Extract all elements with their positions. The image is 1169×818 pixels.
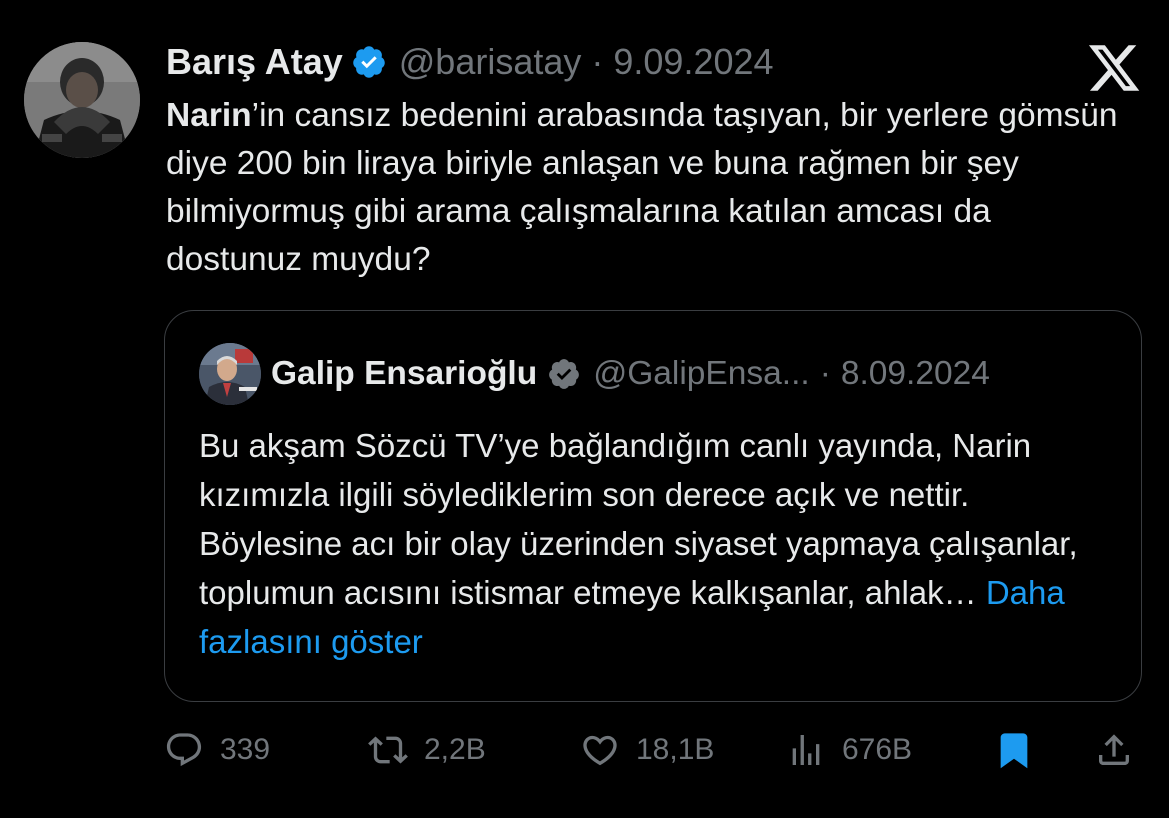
tweet-text-highlight: Narin [166, 97, 252, 134]
quoted-tweet[interactable]: Galip Ensarioğlu @GalipEnsa... · 8.09.20… [164, 310, 1142, 702]
tweet-text: Narin’in cansız bedenini arabasında taşı… [166, 92, 1126, 284]
reply-icon [166, 733, 202, 767]
quote-text: Bu akşam Sözcü TV’ye bağlandığım canlı y… [199, 421, 1119, 666]
quote-header-separator: · [819, 355, 831, 392]
share-icon [1099, 734, 1129, 765]
quote-author-avatar[interactable] [199, 343, 261, 405]
x-logo-icon [1088, 45, 1140, 91]
repost-button[interactable]: 2,2B [368, 722, 486, 778]
bookmark-icon [1000, 733, 1028, 769]
author-avatar-image [24, 42, 140, 158]
quote-author-name[interactable]: Galip Ensarioğlu [271, 352, 537, 396]
tweet-header: Barış Atay @barisatay · 9.09.2024 [166, 40, 774, 84]
views-icon [792, 735, 820, 765]
quote-author-handle[interactable]: @GalipEnsa... [593, 352, 810, 396]
views-count: 676B [842, 733, 913, 766]
repost-icon [368, 736, 408, 764]
quote-header: Galip Ensarioğlu @GalipEnsa... · 8.09.20… [271, 352, 990, 396]
like-count: 18,1B [636, 733, 715, 766]
tweet-text-body: ’in cansız bedenini arabasında taşıyan, … [166, 97, 1118, 278]
reply-button[interactable]: 339 [164, 722, 270, 778]
share-button[interactable] [1094, 722, 1134, 778]
repost-count: 2,2B [424, 733, 486, 766]
author-handle[interactable]: @barisatay [399, 40, 582, 84]
heart-icon [583, 735, 617, 766]
verified-badge-icon [352, 46, 385, 78]
tweet-screenshot: Barış Atay @barisatay · 9.09.2024 Narin’… [0, 0, 1169, 818]
like-button[interactable]: 18,1B [580, 722, 714, 778]
author-avatar[interactable] [24, 42, 140, 158]
bookmark-button[interactable] [994, 722, 1034, 778]
quote-avatar-image [199, 343, 261, 405]
header-separator: · [591, 41, 604, 82]
author-name[interactable]: Barış Atay [166, 40, 343, 84]
reply-count: 339 [220, 733, 271, 766]
quote-date[interactable]: 8.09.2024 [841, 352, 990, 396]
quote-verified-badge-icon [549, 359, 580, 389]
quote-text-body: Bu akşam Sözcü TV’ye bağlandığım canlı y… [199, 427, 1078, 611]
tweet-date[interactable]: 9.09.2024 [613, 40, 773, 84]
views-button[interactable]: 676B [786, 722, 912, 778]
